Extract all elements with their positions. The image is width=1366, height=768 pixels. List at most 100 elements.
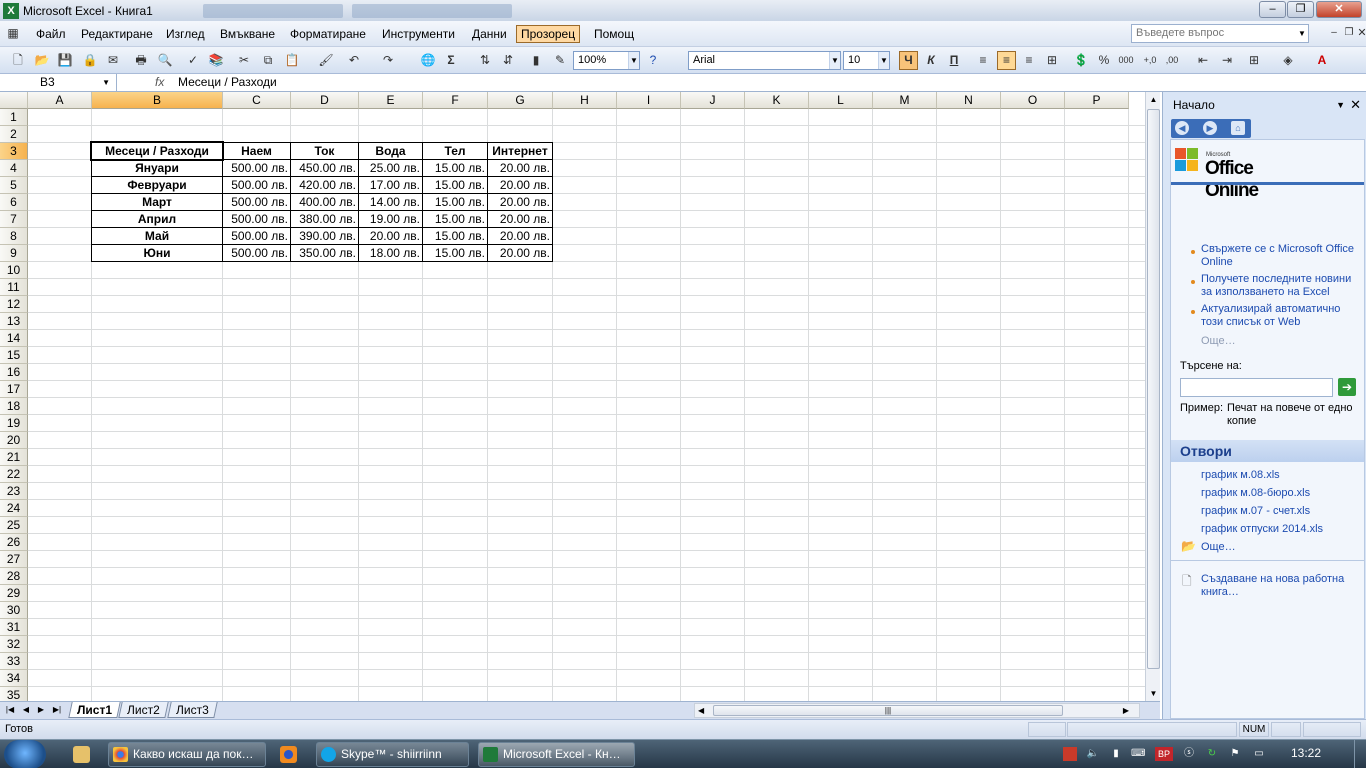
row-header-11[interactable]: 11 <box>0 279 28 296</box>
link-auto-update[interactable]: Актуализирай автоматично този списък от … <box>1201 303 1361 329</box>
table-cell[interactable]: 17.00 лв. <box>358 176 423 194</box>
show-desktop-button[interactable] <box>1354 740 1366 768</box>
table-header-cell[interactable]: Месеци / Разходи <box>91 142 223 160</box>
search-input[interactable] <box>1180 378 1333 397</box>
file-explorer-icon[interactable] <box>73 746 90 763</box>
column-header-f[interactable]: F <box>423 92 488 109</box>
sheet-tab-1[interactable]: Лист1 <box>68 702 121 718</box>
table-cell[interactable]: Март <box>91 193 223 211</box>
decrease-indent-icon[interactable]: ⇤ <box>1195 52 1211 68</box>
table-cell[interactable]: 500.00 лв. <box>222 227 291 245</box>
more-link[interactable]: Още… <box>1201 335 1236 347</box>
drawing-icon[interactable]: ✎ <box>552 52 568 68</box>
menu-format[interactable]: Форматиране <box>286 25 370 43</box>
table-cell[interactable]: Февруари <box>91 176 223 194</box>
recent-file-3[interactable]: график м.07 - счет.xls <box>1201 505 1310 517</box>
new-workbook-link[interactable]: Създаване на нова работна книга… <box>1201 573 1361 599</box>
workbook-icon[interactable]: ▦ <box>5 25 21 41</box>
battery-icon[interactable]: ▭ <box>1252 747 1266 761</box>
column-header-k[interactable]: K <box>745 92 809 109</box>
row-header-25[interactable]: 25 <box>0 517 28 534</box>
table-cell[interactable]: Май <box>91 227 223 245</box>
row-header-30[interactable]: 30 <box>0 602 28 619</box>
borders-icon[interactable]: ⊞ <box>1246 52 1262 68</box>
table-cell[interactable]: 19.00 лв. <box>358 210 423 228</box>
volume-icon[interactable]: 🔈 <box>1086 747 1100 761</box>
row-header-29[interactable]: 29 <box>0 585 28 602</box>
row-header-1[interactable]: 1 <box>0 109 28 126</box>
menu-insert[interactable]: Вмъкване <box>216 25 279 43</box>
spelling-icon[interactable]: ✓ <box>185 52 201 68</box>
row-header-12[interactable]: 12 <box>0 296 28 313</box>
excel-app-icon[interactable]: X <box>3 2 19 19</box>
table-cell[interactable]: 20.00 лв. <box>487 227 553 245</box>
paste-icon[interactable]: 📋 <box>284 52 300 68</box>
restore-button[interactable]: ❐ <box>1287 1 1314 18</box>
link-connect-office-online[interactable]: Свържете се с Microsoft Office Online <box>1201 243 1361 269</box>
research-icon[interactable]: 📚 <box>208 52 224 68</box>
undo-icon[interactable]: ↶ <box>346 52 362 68</box>
row-header-6[interactable]: 6 <box>0 194 28 211</box>
taskbar-skype-window[interactable]: Skype™ - shiirriinn <box>316 742 469 767</box>
currency-icon[interactable]: 💲 <box>1073 52 1089 68</box>
table-cell[interactable]: 500.00 лв. <box>222 244 291 262</box>
table-cell[interactable]: 390.00 лв. <box>290 227 359 245</box>
autosum-icon[interactable]: Σ <box>443 52 459 68</box>
sheet-tab-3[interactable]: Лист3 <box>167 702 218 718</box>
row-header-22[interactable]: 22 <box>0 466 28 483</box>
column-header-g[interactable]: G <box>488 92 553 109</box>
row-header-15[interactable]: 15 <box>0 347 28 364</box>
menu-edit[interactable]: Редактиране <box>77 25 157 43</box>
link-latest-news[interactable]: Получете последните новини за използване… <box>1201 273 1361 299</box>
row-header-35[interactable]: 35 <box>0 687 28 701</box>
row-header-4[interactable]: 4 <box>0 160 28 177</box>
table-cell[interactable]: 450.00 лв. <box>290 159 359 177</box>
select-all-corner[interactable] <box>0 92 28 109</box>
firefox-icon[interactable] <box>280 746 297 763</box>
taskbar-excel-window[interactable]: Microsoft Excel - Кн… <box>478 742 635 767</box>
menu-data[interactable]: Данни <box>468 25 511 43</box>
row-header-8[interactable]: 8 <box>0 228 28 245</box>
font-size-select[interactable]: 10 ▼ <box>843 51 890 70</box>
cut-icon[interactable]: ✂ <box>236 52 252 68</box>
row-header-14[interactable]: 14 <box>0 330 28 347</box>
permission-icon[interactable]: 🔒 <box>82 52 98 68</box>
font-select[interactable]: Arial ▼ <box>688 51 841 70</box>
row-header-27[interactable]: 27 <box>0 551 28 568</box>
increase-decimal-icon[interactable]: +,0 <box>1142 52 1158 68</box>
sheet-tab-2[interactable]: Лист2 <box>118 702 169 718</box>
table-cell[interactable]: 25.00 лв. <box>358 159 423 177</box>
table-cell[interactable]: 15.00 лв. <box>422 159 488 177</box>
row-header-13[interactable]: 13 <box>0 313 28 330</box>
fill-color-icon[interactable]: ◈ <box>1280 52 1296 68</box>
menu-help[interactable]: Помощ <box>590 25 638 43</box>
menu-view[interactable]: Изглед <box>162 25 209 43</box>
row-header-32[interactable]: 32 <box>0 636 28 653</box>
column-header-p[interactable]: P <box>1065 92 1129 109</box>
chevron-down-icon[interactable]: ▼ <box>1336 92 1345 118</box>
table-cell[interactable]: 15.00 лв. <box>422 210 488 228</box>
prev-sheet-icon[interactable]: ◀ <box>20 704 32 716</box>
column-header-o[interactable]: O <box>1001 92 1065 109</box>
help-question-box[interactable]: Въведете въпрос ▼ <box>1131 24 1309 43</box>
row-header-26[interactable]: 26 <box>0 534 28 551</box>
horizontal-scrollbar[interactable]: ◀ ||| ▶ <box>694 703 1140 718</box>
row-header-20[interactable]: 20 <box>0 432 28 449</box>
first-sheet-icon[interactable]: |◀ <box>4 704 16 716</box>
row-header-24[interactable]: 24 <box>0 500 28 517</box>
bold-button[interactable]: Ч <box>899 51 918 70</box>
menu-file[interactable]: Файл <box>32 25 70 43</box>
recent-file-4[interactable]: график отпуски 2014.xls <box>1201 523 1323 535</box>
row-header-3[interactable]: 3 <box>0 143 28 160</box>
align-right-icon[interactable]: ≡ <box>1021 52 1037 68</box>
language-indicator[interactable]: BP <box>1155 747 1173 761</box>
recent-file-1[interactable]: график м.08.xls <box>1201 469 1280 481</box>
italic-button[interactable]: К <box>923 52 939 68</box>
scroll-down-icon[interactable]: ▼ <box>1146 686 1161 701</box>
merge-center-icon[interactable]: ⊞ <box>1044 52 1060 68</box>
row-header-21[interactable]: 21 <box>0 449 28 466</box>
name-box[interactable]: B3 ▼ <box>0 74 117 91</box>
row-header-7[interactable]: 7 <box>0 211 28 228</box>
table-cell[interactable]: 20.00 лв. <box>487 210 553 228</box>
row-header-19[interactable]: 19 <box>0 415 28 432</box>
